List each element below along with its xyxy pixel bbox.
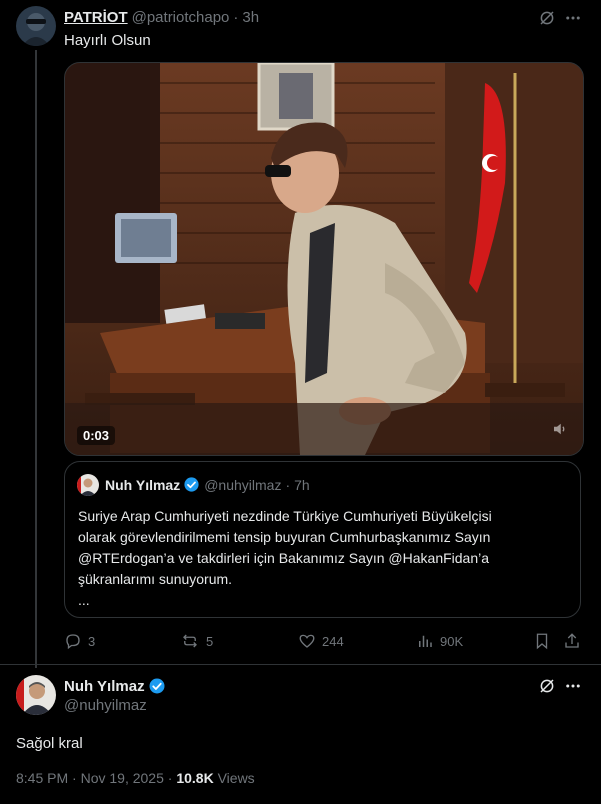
- quote-text-line: olarak görevlendirilmemi tensip buyuran …: [78, 529, 491, 545]
- bookmark-button[interactable]: [533, 632, 557, 650]
- quote-text-line: Suriye Arap Cumhuriyeti nezdinde Türkiye…: [78, 508, 492, 524]
- quote-time[interactable]: 7h: [294, 477, 310, 493]
- quoted-tweet[interactable]: Nuh Yılmaz @nuhyilmaz · 7h Suriye Arap C…: [64, 461, 581, 618]
- views-button[interactable]: 90K: [416, 632, 463, 650]
- grok-icon[interactable]: [536, 8, 558, 28]
- like-button[interactable]: 244: [298, 632, 344, 650]
- reply-views-label: Views: [217, 770, 255, 786]
- reply-date[interactable]: Nov 19, 2025: [81, 770, 164, 786]
- avatar-nuh-yilmaz[interactable]: [16, 675, 56, 715]
- tweet-time[interactable]: 3h: [242, 9, 259, 26]
- reply-count: 3: [88, 633, 96, 649]
- verified-icon: [183, 476, 200, 493]
- reply-meta: 8:45 PM · Nov 19, 2025 · 10.8K Views: [16, 770, 255, 786]
- views-count: 90K: [440, 633, 464, 649]
- reply-author-name[interactable]: Nuh Yılmaz: [64, 678, 145, 695]
- quote-more: ...: [78, 592, 90, 608]
- reply-time[interactable]: 8:45 PM: [16, 770, 68, 786]
- quote-text: Suriye Arap Cumhuriyeti nezdinde Türkiye…: [78, 506, 568, 611]
- quote-author-handle[interactable]: @nuhyilmaz: [204, 477, 281, 493]
- share-icon: [565, 633, 579, 648]
- volume-icon[interactable]: [551, 420, 569, 443]
- reply-author-handle[interactable]: @nuhyilmaz: [64, 697, 147, 714]
- video-player[interactable]: 0:03: [64, 62, 584, 456]
- more-icon[interactable]: [562, 8, 584, 28]
- tweet-text: Hayırlı Olsun: [64, 32, 151, 49]
- reply-header: Nuh Yılmaz: [64, 677, 166, 695]
- repost-count: 5: [206, 633, 214, 649]
- divider: [0, 664, 601, 665]
- grok-icon[interactable]: [536, 676, 558, 696]
- repost-button[interactable]: 5: [180, 632, 213, 650]
- like-icon: [299, 634, 315, 648]
- repost-icon: [183, 634, 197, 648]
- avatar-patriot[interactable]: [16, 6, 56, 46]
- reply-text: Sağol kral: [16, 735, 83, 752]
- quote-text-line: şükranlarımı sunuyorum.: [78, 571, 233, 587]
- video-frame: [65, 63, 583, 455]
- more-icon[interactable]: [562, 676, 584, 696]
- quote-time-separator: ·: [285, 476, 291, 493]
- reply-handle-row: @nuhyilmaz: [64, 697, 147, 714]
- bookmark-icon: [536, 633, 548, 650]
- avatar-nuh-yilmaz-quote[interactable]: [77, 474, 99, 496]
- tweet-header: PATRİOT @patriotchapo · 3h: [64, 9, 259, 26]
- reply-button[interactable]: 3: [64, 632, 95, 650]
- like-count: 244: [322, 633, 344, 649]
- share-button[interactable]: [563, 632, 587, 650]
- verified-icon: [148, 677, 166, 695]
- time-separator: ·: [233, 9, 239, 26]
- meta-separator: ·: [72, 770, 77, 786]
- video-timestamp: 0:03: [77, 426, 116, 445]
- author-name[interactable]: PATRİOT: [64, 9, 128, 26]
- quote-header: Nuh Yılmaz @nuhyilmaz · 7h: [105, 476, 310, 493]
- views-icon: [419, 635, 432, 647]
- reply-views-count: 10.8K: [176, 770, 214, 786]
- quote-text-line: @RTErdogan’a ve takdirleri için Bakanımı…: [78, 550, 490, 566]
- author-handle[interactable]: @patriotchapo: [132, 9, 230, 26]
- reply-icon: [66, 634, 80, 650]
- quote-author-name[interactable]: Nuh Yılmaz: [105, 477, 180, 493]
- thread-line: [35, 50, 37, 668]
- meta-separator: ·: [167, 770, 173, 786]
